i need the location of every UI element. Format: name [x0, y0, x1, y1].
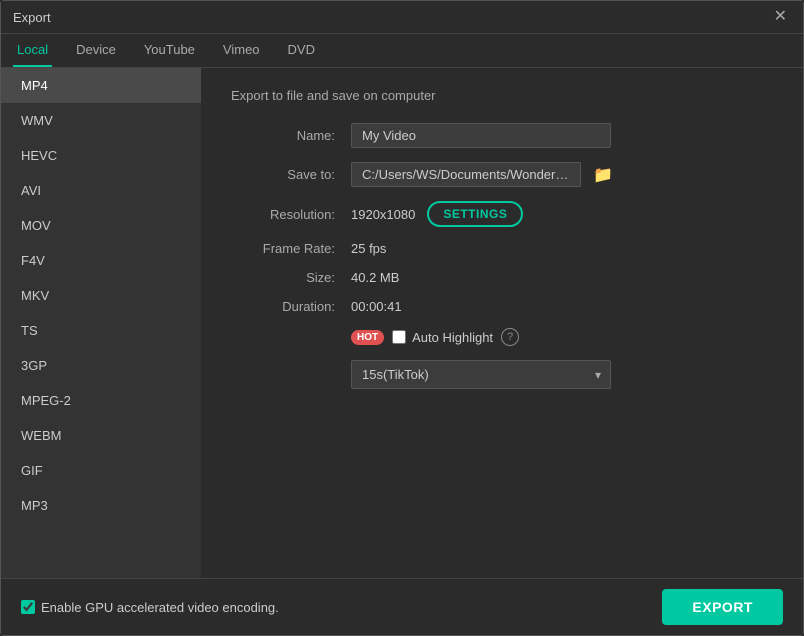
highlight-select-row: 15s(TikTok) 30s(Instagram) 60s(YouTube) … — [231, 360, 773, 389]
duration-value: 00:00:41 — [351, 299, 402, 314]
name-input[interactable] — [351, 123, 611, 148]
tab-dvd[interactable]: DVD — [284, 34, 319, 67]
sidebar-item-mp4[interactable]: MP4 — [1, 68, 201, 103]
resolution-label: Resolution: — [231, 207, 351, 222]
export-description: Export to file and save on computer — [231, 88, 773, 103]
tab-local[interactable]: Local — [13, 34, 52, 67]
sidebar-item-wmv[interactable]: WMV — [1, 103, 201, 138]
sidebar-item-avi[interactable]: AVI — [1, 173, 201, 208]
export-button[interactable]: EXPORT — [662, 589, 783, 625]
gpu-label: Enable GPU accelerated video encoding. — [41, 600, 279, 615]
export-dialog: Export ✕ Local Device YouTube Vimeo DVD … — [0, 0, 804, 636]
sidebar-item-mp3[interactable]: MP3 — [1, 488, 201, 523]
highlight-select[interactable]: 15s(TikTok) 30s(Instagram) 60s(YouTube) … — [351, 360, 611, 389]
hot-badge: HOT — [351, 330, 384, 345]
sidebar-item-mkv[interactable]: MKV — [1, 278, 201, 313]
folder-icon: 📁 — [593, 167, 613, 184]
gpu-checkbox[interactable] — [21, 600, 35, 614]
save-to-field: C:/Users/WS/Documents/Wondershare/V 📁 — [351, 162, 617, 187]
resolution-field: 1920x1080 SETTINGS — [351, 201, 523, 227]
size-row: Size: 40.2 MB — [231, 270, 773, 285]
sidebar-item-mpeg2[interactable]: MPEG-2 — [1, 383, 201, 418]
auto-highlight-label: Auto Highlight — [412, 330, 493, 345]
frame-rate-label: Frame Rate: — [231, 241, 351, 256]
resolution-value: 1920x1080 — [351, 207, 415, 222]
settings-button[interactable]: SETTINGS — [427, 201, 523, 227]
highlight-select-wrapper: 15s(TikTok) 30s(Instagram) 60s(YouTube) … — [351, 360, 611, 389]
save-to-label: Save to: — [231, 167, 351, 182]
close-button[interactable]: ✕ — [770, 9, 791, 25]
sidebar-item-webm[interactable]: WEBM — [1, 418, 201, 453]
name-label: Name: — [231, 128, 351, 143]
auto-highlight-field: HOT Auto Highlight ? — [351, 328, 519, 346]
dialog-title: Export — [13, 10, 51, 25]
name-row: Name: — [231, 123, 773, 148]
bottom-bar: Enable GPU accelerated video encoding. E… — [1, 578, 803, 635]
duration-label: Duration: — [231, 299, 351, 314]
auto-highlight-checkbox[interactable] — [392, 330, 406, 344]
main-panel: Export to file and save on computer Name… — [201, 68, 803, 578]
title-bar: Export ✕ — [1, 1, 803, 34]
save-to-path: C:/Users/WS/Documents/Wondershare/V — [351, 162, 581, 187]
gpu-checkbox-label[interactable]: Enable GPU accelerated video encoding. — [21, 600, 279, 615]
frame-rate-row: Frame Rate: 25 fps — [231, 241, 773, 256]
resolution-row: Resolution: 1920x1080 SETTINGS — [231, 201, 773, 227]
sidebar-item-ts[interactable]: TS — [1, 313, 201, 348]
auto-highlight-row: HOT Auto Highlight ? — [231, 328, 773, 346]
frame-rate-value: 25 fps — [351, 241, 386, 256]
help-icon[interactable]: ? — [501, 328, 519, 346]
sidebar-item-3gp[interactable]: 3GP — [1, 348, 201, 383]
sidebar: MP4 WMV HEVC AVI MOV F4V MKV TS — [1, 68, 201, 578]
folder-button[interactable]: 📁 — [589, 163, 617, 187]
tab-youtube[interactable]: YouTube — [140, 34, 199, 67]
sidebar-item-f4v[interactable]: F4V — [1, 243, 201, 278]
tab-vimeo[interactable]: Vimeo — [219, 34, 264, 67]
duration-row: Duration: 00:00:41 — [231, 299, 773, 314]
sidebar-item-mov[interactable]: MOV — [1, 208, 201, 243]
sidebar-item-hevc[interactable]: HEVC — [1, 138, 201, 173]
auto-highlight-checkbox-label[interactable]: Auto Highlight — [392, 330, 493, 345]
size-label: Size: — [231, 270, 351, 285]
tab-bar: Local Device YouTube Vimeo DVD — [1, 34, 803, 68]
tab-device[interactable]: Device — [72, 34, 120, 67]
save-to-row: Save to: C:/Users/WS/Documents/Wondersha… — [231, 162, 773, 187]
size-value: 40.2 MB — [351, 270, 399, 285]
sidebar-item-gif[interactable]: GIF — [1, 453, 201, 488]
content-area: MP4 WMV HEVC AVI MOV F4V MKV TS — [1, 68, 803, 578]
